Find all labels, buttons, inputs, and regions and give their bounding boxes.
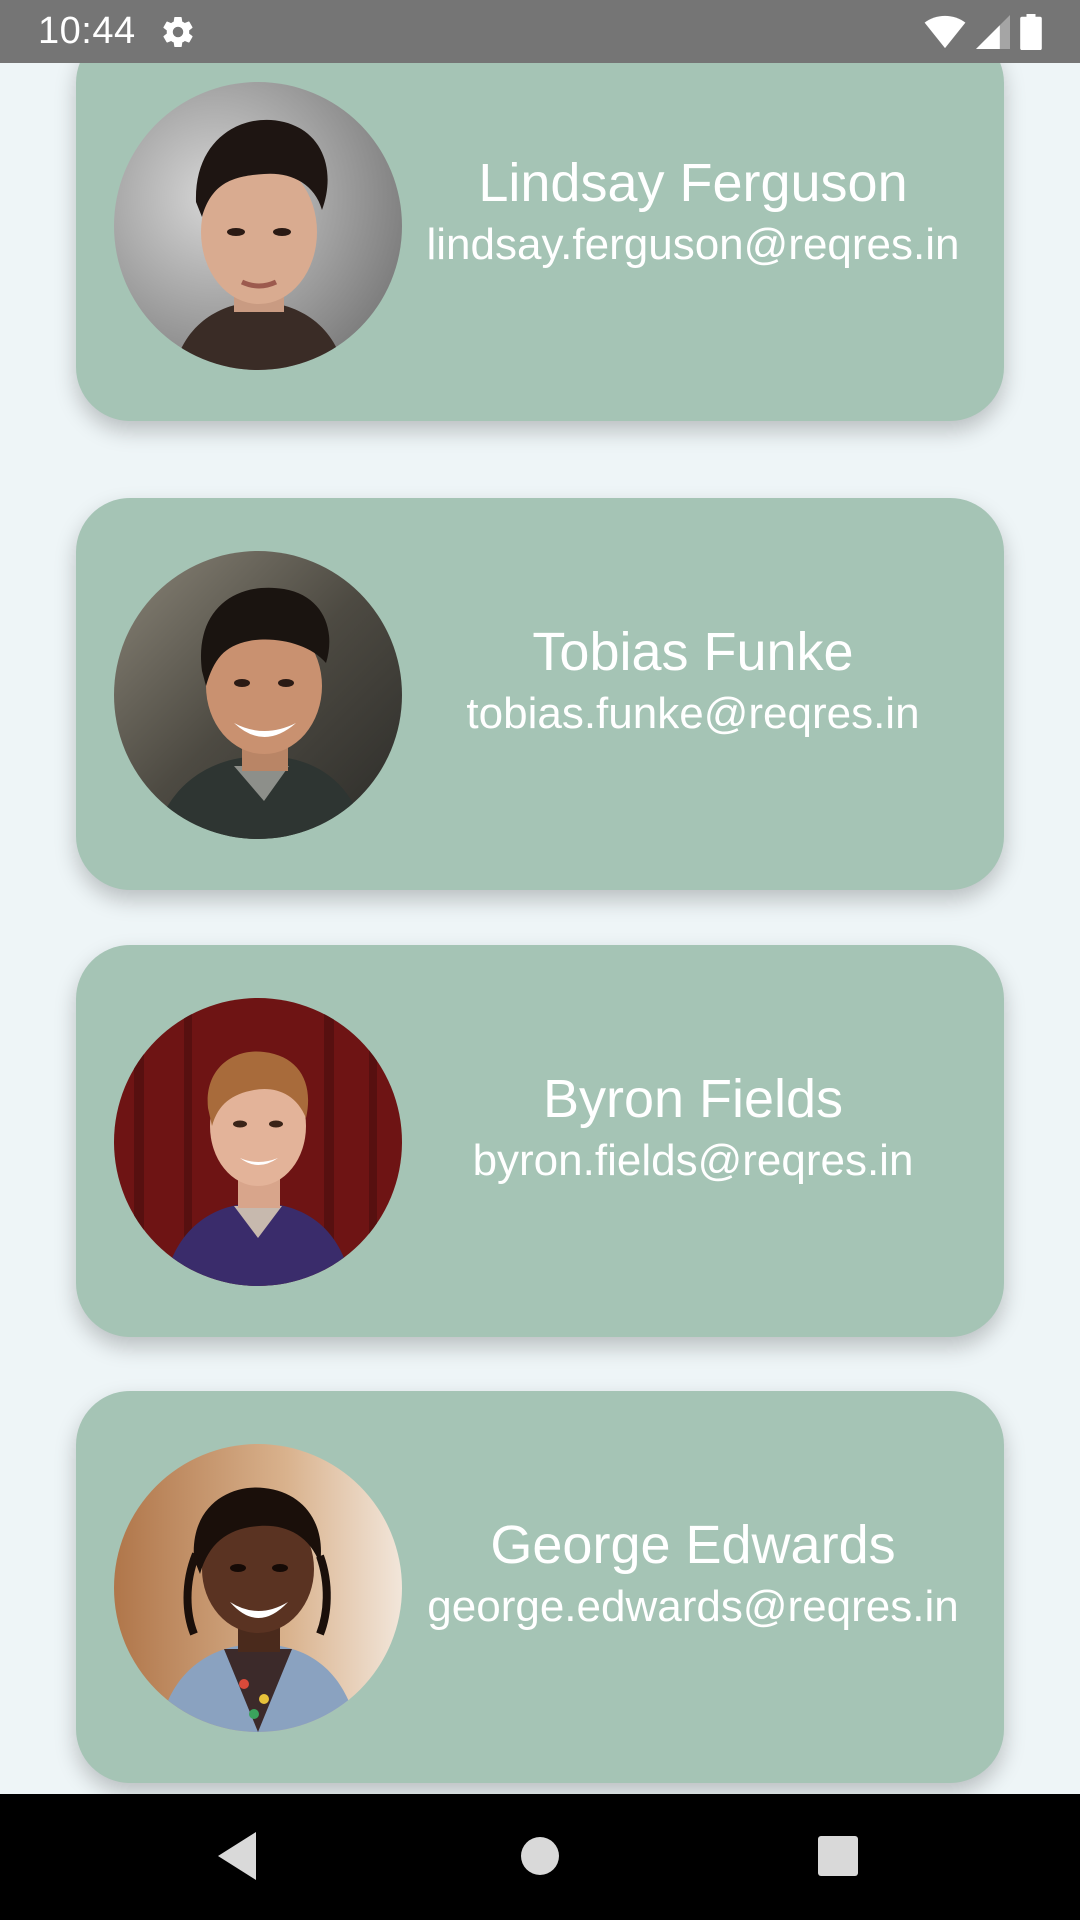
user-list[interactable]: Lindsay Ferguson lindsay.ferguson@reqres…	[0, 63, 1080, 1794]
user-name: George Edwards	[490, 1515, 896, 1575]
user-email[interactable]: tobias.funke@reqres.in	[402, 685, 984, 743]
user-card[interactable]: George Edwards george.edwards@reqres.in	[76, 1391, 1004, 1783]
cell-signal-icon	[976, 15, 1010, 49]
user-avatar	[114, 1444, 402, 1732]
user-email[interactable]: byron.fields@reqres.in	[402, 1132, 984, 1190]
user-info: Lindsay Ferguson lindsay.ferguson@reqres…	[402, 150, 984, 274]
user-name: Tobias Funke	[532, 622, 854, 682]
user-name: Byron Fields	[542, 1069, 844, 1129]
recents-icon[interactable]	[806, 1824, 870, 1888]
status-time: 10:44	[38, 10, 136, 52]
user-avatar	[114, 551, 402, 839]
home-icon[interactable]	[508, 1824, 572, 1888]
user-email[interactable]: george.edwards@reqres.in	[402, 1578, 984, 1636]
status-icons	[924, 13, 1042, 51]
user-card[interactable]: Tobias Funke tobias.funke@reqres.in	[76, 498, 1004, 890]
navigation-bar	[0, 1794, 1080, 1920]
user-avatar	[114, 82, 402, 370]
user-info: Tobias Funke tobias.funke@reqres.in	[402, 619, 984, 743]
user-name: Lindsay Ferguson	[478, 153, 908, 213]
user-email[interactable]: lindsay.ferguson@reqres.in	[402, 216, 984, 274]
avatar-photo	[114, 82, 402, 370]
user-card[interactable]: Lindsay Ferguson lindsay.ferguson@reqres…	[76, 63, 1004, 421]
avatar-photo	[114, 998, 402, 1286]
user-avatar	[114, 998, 402, 1286]
avatar-photo	[114, 1444, 402, 1732]
user-card[interactable]: Byron Fields byron.fields@reqres.in	[76, 945, 1004, 1337]
user-info: Byron Fields byron.fields@reqres.in	[402, 1066, 984, 1190]
avatar-photo	[114, 551, 402, 839]
back-icon[interactable]	[206, 1824, 270, 1888]
gear-icon	[163, 17, 193, 48]
status-bar: 10:44	[0, 0, 1080, 63]
wifi-icon	[924, 15, 966, 49]
user-info: George Edwards george.edwards@reqres.in	[402, 1512, 984, 1636]
battery-icon	[1020, 14, 1042, 50]
